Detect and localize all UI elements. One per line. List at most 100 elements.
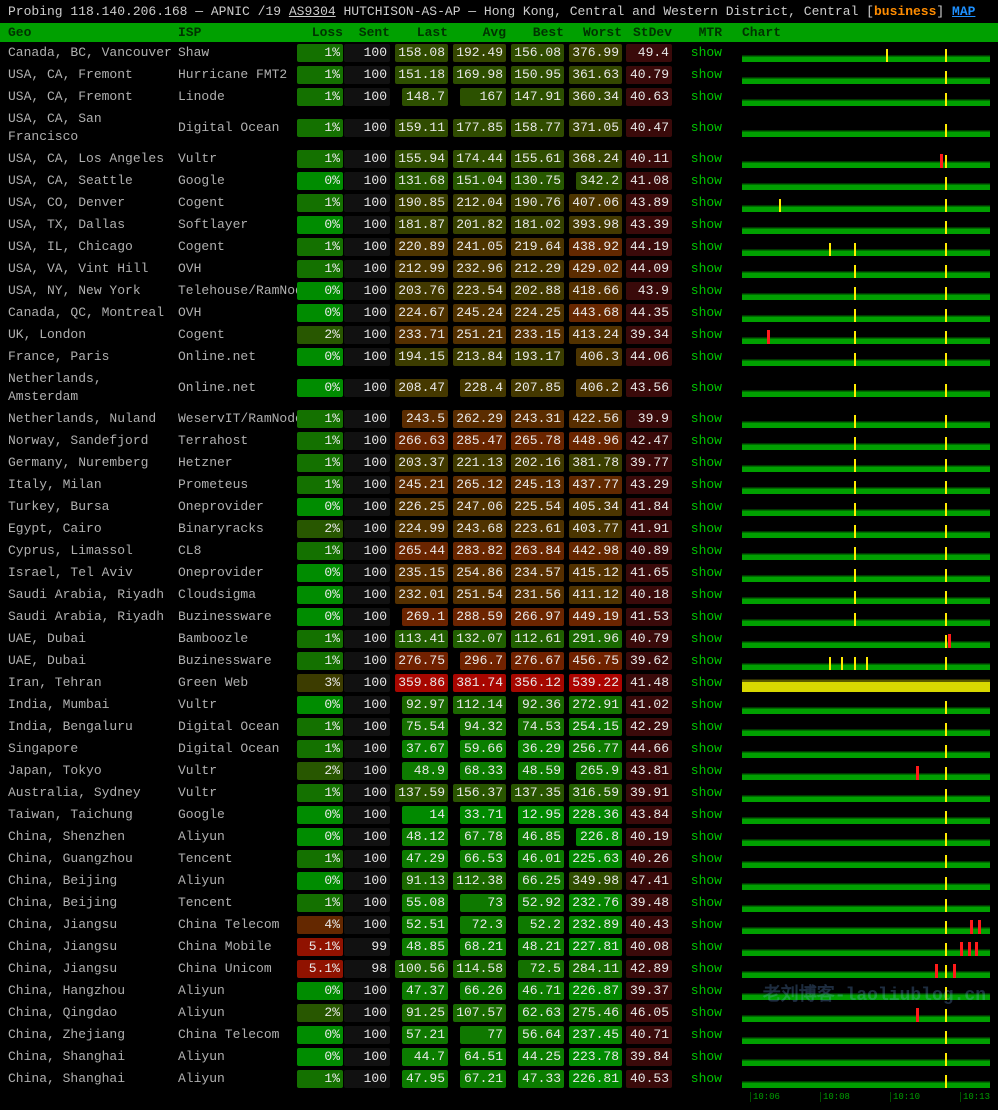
mtr-show-link[interactable]: show [691,67,722,82]
sparkline[interactable] [742,696,990,714]
sparkline[interactable] [742,150,990,168]
mtr-show-link[interactable]: show [691,477,722,492]
col-last[interactable]: Last [390,25,448,40]
sparkline[interactable] [742,1048,990,1066]
sparkline[interactable] [742,66,990,84]
mtr-show-link[interactable]: show [691,349,722,364]
sparkline[interactable] [742,194,990,212]
mtr-show-link[interactable]: show [691,719,722,734]
mtr-show-link[interactable]: show [691,217,722,232]
mtr-show-link[interactable]: show [691,763,722,778]
sparkline[interactable] [742,982,990,1000]
mtr-show-link[interactable]: show [691,1049,722,1064]
mtr-show-link[interactable]: show [691,697,722,712]
sparkline[interactable] [742,88,990,106]
mtr-show-link[interactable]: show [691,609,722,624]
mtr-show-link[interactable]: show [691,305,722,320]
sparkline[interactable] [742,172,990,190]
sparkline[interactable] [742,630,990,648]
col-worst[interactable]: Worst [564,25,622,40]
map-link[interactable]: MAP [952,4,975,19]
mtr-show-link[interactable]: show [691,411,722,426]
sparkline[interactable] [742,304,990,322]
sparkline[interactable] [742,718,990,736]
sparkline[interactable] [742,379,990,397]
sparkline[interactable] [742,608,990,626]
sparkline[interactable] [742,44,990,62]
sparkline[interactable] [742,520,990,538]
sparkline[interactable] [742,784,990,802]
sparkline[interactable] [742,476,990,494]
sparkline[interactable] [742,326,990,344]
mtr-show-link[interactable]: show [691,807,722,822]
sparkline[interactable] [742,652,990,670]
sparkline[interactable] [742,348,990,366]
col-mtr[interactable]: MTR [672,25,722,40]
mtr-show-link[interactable]: show [691,45,722,60]
sparkline[interactable] [742,216,990,234]
sparkline[interactable] [742,806,990,824]
col-chart[interactable]: Chart [722,25,990,40]
mtr-show-link[interactable]: show [691,653,722,668]
sparkline[interactable] [742,238,990,256]
sparkline[interactable] [742,1070,990,1088]
col-stdev[interactable]: StDev [622,25,672,40]
mtr-show-link[interactable]: show [691,829,722,844]
sparkline[interactable] [742,828,990,846]
sparkline[interactable] [742,282,990,300]
mtr-show-link[interactable]: show [691,521,722,536]
mtr-show-link[interactable]: show [691,195,722,210]
mtr-show-link[interactable]: show [691,587,722,602]
sparkline[interactable] [742,872,990,890]
mtr-show-link[interactable]: show [691,939,722,954]
sparkline[interactable] [742,1026,990,1044]
mtr-show-link[interactable]: show [691,120,722,135]
mtr-show-link[interactable]: show [691,499,722,514]
sparkline[interactable] [742,410,990,428]
mtr-show-link[interactable]: show [691,455,722,470]
sparkline[interactable] [742,498,990,516]
mtr-show-link[interactable]: show [691,961,722,976]
mtr-show-link[interactable]: show [691,1027,722,1042]
mtr-show-link[interactable]: show [691,675,722,690]
mtr-show-link[interactable]: show [691,785,722,800]
mtr-show-link[interactable]: show [691,239,722,254]
col-sent[interactable]: Sent [343,25,390,40]
sparkline[interactable] [742,260,990,278]
mtr-show-link[interactable]: show [691,261,722,276]
mtr-show-link[interactable]: show [691,983,722,998]
asn-link[interactable]: AS9304 [289,4,336,19]
sparkline[interactable] [742,564,990,582]
col-avg[interactable]: Avg [448,25,506,40]
mtr-show-link[interactable]: show [691,895,722,910]
sparkline[interactable] [742,119,990,137]
sparkline[interactable] [742,960,990,978]
col-isp[interactable]: ISP [178,25,296,40]
sparkline[interactable] [742,674,990,692]
mtr-show-link[interactable]: show [691,917,722,932]
mtr-show-link[interactable]: show [691,89,722,104]
sparkline[interactable] [742,586,990,604]
mtr-show-link[interactable]: show [691,543,722,558]
sparkline[interactable] [742,938,990,956]
mtr-show-link[interactable]: show [691,741,722,756]
sparkline[interactable] [742,916,990,934]
mtr-show-link[interactable]: show [691,1005,722,1020]
sparkline[interactable] [742,432,990,450]
mtr-show-link[interactable]: show [691,173,722,188]
sparkline[interactable] [742,454,990,472]
mtr-show-link[interactable]: show [691,380,722,395]
mtr-show-link[interactable]: show [691,631,722,646]
col-geo[interactable]: Geo [8,25,178,40]
mtr-show-link[interactable]: show [691,1071,722,1086]
sparkline[interactable] [742,850,990,868]
mtr-show-link[interactable]: show [691,151,722,166]
sparkline[interactable] [742,762,990,780]
sparkline[interactable] [742,1004,990,1022]
mtr-show-link[interactable]: show [691,283,722,298]
mtr-show-link[interactable]: show [691,433,722,448]
sparkline[interactable] [742,894,990,912]
col-best[interactable]: Best [506,25,564,40]
mtr-show-link[interactable]: show [691,327,722,342]
mtr-show-link[interactable]: show [691,873,722,888]
